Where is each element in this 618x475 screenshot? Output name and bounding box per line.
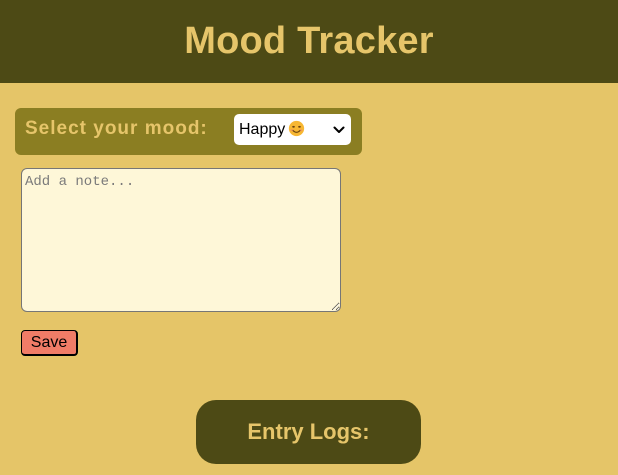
save-button[interactable]: Save	[21, 330, 78, 356]
mood-selector-panel: Select your mood: Happy	[15, 108, 362, 155]
app-header: Mood Tracker	[0, 0, 618, 83]
mood-select[interactable]: Happy	[234, 114, 351, 145]
mood-select-value: Happy	[239, 120, 333, 139]
entry-logs-section: Entry Logs:	[196, 400, 421, 464]
chevron-down-icon	[333, 126, 345, 133]
note-textarea[interactable]	[21, 168, 341, 312]
mood-select-text: Happy	[239, 121, 286, 138]
entry-logs-heading: Entry Logs:	[247, 419, 370, 444]
page-title: Mood Tracker	[184, 20, 434, 62]
mood-label: Select your mood:	[25, 118, 208, 139]
smiling-face-emoji-icon	[289, 120, 305, 137]
